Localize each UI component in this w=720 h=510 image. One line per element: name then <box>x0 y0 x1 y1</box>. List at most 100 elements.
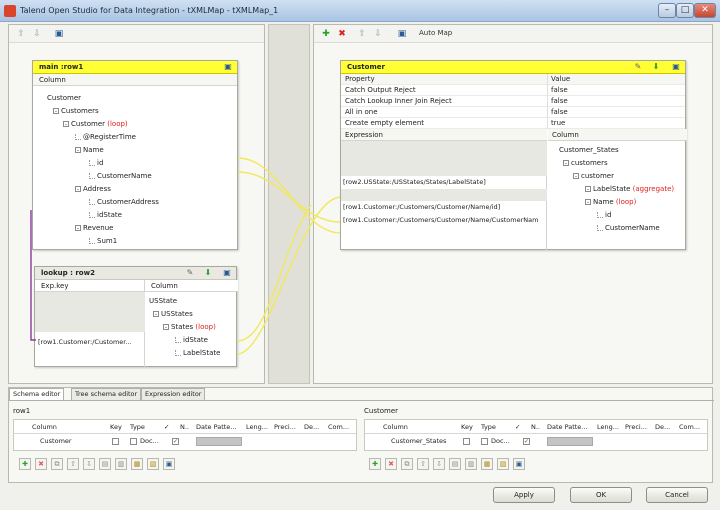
clipboard-icon[interactable]: ▥ <box>465 458 477 470</box>
tree-node[interactable]: - USStates <box>153 310 193 319</box>
move-up-icon[interactable]: ⇧ <box>67 458 79 470</box>
move-up-icon[interactable]: ⇧ <box>15 28 27 40</box>
tab-expression-editor[interactable]: Expression editor <box>141 388 206 400</box>
collapse-icon[interactable]: - <box>585 186 591 193</box>
move-down-icon[interactable]: ⇩ <box>31 28 43 40</box>
collapse-icon[interactable]: - <box>75 186 81 193</box>
output-expression[interactable]: [row2.USState:/USStates/States/LabelStat… <box>343 178 486 186</box>
nullable-checkbox[interactable]: ✓ <box>172 438 179 445</box>
tree-node[interactable]: - States (loop) <box>163 323 216 332</box>
tree-node[interactable]: @RegisterTime <box>75 133 136 142</box>
tree-node[interactable]: - customer <box>573 172 614 181</box>
add-icon[interactable]: ✚ <box>320 28 332 40</box>
tree-node[interactable]: - Address <box>75 185 111 194</box>
apply-button[interactable]: Apply <box>493 487 555 503</box>
collapse-icon[interactable]: - <box>53 108 59 115</box>
save-icon[interactable]: ▣ <box>163 458 175 470</box>
output-expression[interactable]: [row1.Customer:/Customers/Customer/Name/… <box>343 216 538 224</box>
tree-node[interactable]: - Revenue <box>75 224 114 233</box>
collapse-icon[interactable]: - <box>573 173 579 180</box>
add-row-icon[interactable]: ✚ <box>19 458 31 470</box>
property-row[interactable]: Catch Output Reject false <box>341 85 685 96</box>
move-down-icon[interactable]: ⇩ <box>83 458 95 470</box>
import-icon[interactable]: ▦ <box>481 458 493 470</box>
tree-node[interactable]: Sum1 <box>89 237 117 246</box>
collapse-icon[interactable]: - <box>563 160 569 167</box>
wrench-icon[interactable]: ✎ <box>633 62 643 72</box>
tree-node[interactable]: Customer_States <box>559 146 619 155</box>
collapse-icon[interactable]: - <box>75 225 81 232</box>
property-row[interactable]: Create empty element true <box>341 118 685 129</box>
key-checkbox[interactable] <box>112 438 119 445</box>
join-icon[interactable]: ⬇ <box>203 268 213 278</box>
tree-node[interactable]: - Customers <box>53 107 99 116</box>
collapse-icon[interactable]: - <box>585 199 591 206</box>
wrench-icon[interactable]: ✎ <box>185 268 195 278</box>
tab-tree-schema-editor[interactable]: Tree schema editor <box>71 388 142 400</box>
copy-icon[interactable]: ⧉ <box>401 458 413 470</box>
move-up-icon[interactable]: ⇧ <box>356 28 368 40</box>
cancel-button[interactable]: Cancel <box>646 487 708 503</box>
right-schema-label: Customer <box>364 407 399 415</box>
paste-icon[interactable]: ▤ <box>449 458 461 470</box>
minimize-button[interactable]: – <box>658 3 676 18</box>
export-icon[interactable]: ▧ <box>497 458 509 470</box>
tree-node[interactable]: id <box>89 159 103 168</box>
schema-cell-type[interactable]: Doc... <box>140 437 159 445</box>
add-row-icon[interactable]: ✚ <box>369 458 381 470</box>
export-icon[interactable]: ▧ <box>147 458 159 470</box>
tree-node[interactable]: idState <box>89 211 122 220</box>
nullable-checkbox[interactable]: ✓ <box>523 438 530 445</box>
tree-node[interactable]: LabelState <box>175 349 220 358</box>
import-icon[interactable]: ▦ <box>131 458 143 470</box>
close-button[interactable]: ✕ <box>694 3 716 18</box>
ok-button[interactable]: OK <box>570 487 632 503</box>
paste-icon[interactable]: ▤ <box>99 458 111 470</box>
collapse-icon[interactable]: - <box>153 311 159 318</box>
schema-cell-column[interactable]: Customer <box>40 437 72 445</box>
save-icon[interactable]: ▣ <box>513 458 525 470</box>
collapse-icon[interactable]: - <box>63 121 69 128</box>
copy-icon[interactable]: ⧉ <box>51 458 63 470</box>
collapse-icon[interactable]: - <box>163 324 169 331</box>
tree-node[interactable]: CustomerAddress <box>89 198 159 207</box>
type-icon <box>130 438 137 445</box>
schema-cell-column[interactable]: Customer_States <box>391 437 446 445</box>
move-down-icon[interactable]: ⇩ <box>433 458 445 470</box>
join-icon[interactable]: ⬇ <box>651 62 661 72</box>
tree-node[interactable]: - Customer (loop) <box>63 120 128 129</box>
maximize-button[interactable]: □ <box>676 3 694 18</box>
date-pattern-field[interactable] <box>196 437 242 446</box>
table-settings-icon[interactable]: ▣ <box>671 62 681 72</box>
auto-map-button[interactable]: Auto Map <box>419 29 452 37</box>
tree-node[interactable]: USState <box>149 297 177 306</box>
collapse-icon[interactable]: - <box>75 147 81 154</box>
tree-node[interactable]: id <box>597 211 611 220</box>
remove-row-icon[interactable]: ✖ <box>385 458 397 470</box>
tab-schema-editor[interactable]: Schema editor <box>9 388 65 400</box>
property-row[interactable]: Catch Lookup Inner Join Reject false <box>341 96 685 107</box>
move-up-icon[interactable]: ⇧ <box>417 458 429 470</box>
table-settings-icon[interactable]: ▣ <box>223 62 233 72</box>
tree-node[interactable]: CustomerName <box>89 172 152 181</box>
tree-node[interactable]: CustomerName <box>597 224 660 233</box>
clipboard-icon[interactable]: ▥ <box>115 458 127 470</box>
tree-node[interactable]: Customer <box>47 94 81 103</box>
tree-node[interactable]: - LabelState (aggregate) <box>585 185 674 194</box>
table-settings-icon[interactable]: ▣ <box>222 268 232 278</box>
lookup-expression[interactable]: [row1.Customer:/Customer... <box>38 338 132 347</box>
remove-icon[interactable]: ✖ <box>336 28 348 40</box>
date-pattern-field[interactable] <box>547 437 593 446</box>
schema-cell-type[interactable]: Doc... <box>491 437 510 445</box>
remove-row-icon[interactable]: ✖ <box>35 458 47 470</box>
tree-node[interactable]: - Name (loop) <box>585 198 636 207</box>
tree-node[interactable]: idState <box>175 336 208 345</box>
output-expression[interactable]: [row1.Customer:/Customers/Customer/Name/… <box>343 203 500 211</box>
move-down-icon[interactable]: ⇩ <box>372 28 384 40</box>
properties-icon[interactable]: ▣ <box>53 28 65 40</box>
key-checkbox[interactable] <box>463 438 470 445</box>
property-row[interactable]: All in one false <box>341 107 685 118</box>
auto-map-icon[interactable]: ▣ <box>396 28 408 40</box>
tree-node[interactable]: - Name <box>75 146 104 155</box>
tree-node[interactable]: - customers <box>563 159 608 168</box>
